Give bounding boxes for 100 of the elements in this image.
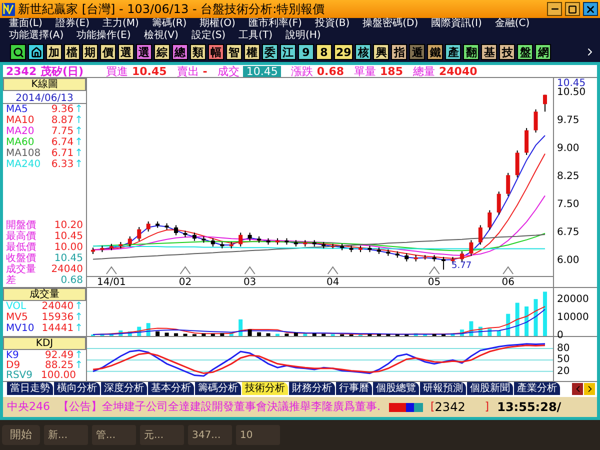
toolbar-button[interactable]: 鐵 — [427, 44, 444, 60]
bar — [506, 314, 510, 336]
signal-marker — [502, 266, 514, 275]
analysis-tab[interactable]: 籌碼分析 — [195, 382, 241, 396]
analysis-tab[interactable]: 個股總覽 — [373, 382, 419, 396]
analysis-tab[interactable]: 行事曆 — [336, 382, 372, 396]
quote-label: 賣出 — [176, 66, 199, 77]
toolbar-button[interactable]: 總 — [172, 44, 188, 60]
price-label: 開盤價 — [6, 221, 36, 232]
toolbar-button[interactable]: 幅 — [208, 44, 224, 60]
candlestick — [496, 192, 501, 216]
toolbar-button[interactable]: 江 — [280, 44, 296, 60]
menu-item[interactable]: 工具(T) — [234, 30, 278, 42]
toolbar-button[interactable]: 興 — [373, 44, 390, 60]
toolbar-button[interactable]: 智 — [226, 44, 242, 60]
indicator-label: MV5 — [6, 312, 28, 323]
price-label: 收盤價 — [6, 254, 36, 264]
taskbar-item[interactable]: 10 — [236, 425, 280, 445]
menu-item[interactable]: 畫面(L) — [4, 18, 48, 30]
menu-item[interactable]: 功能操作(E) — [72, 30, 136, 42]
menu-item[interactable]: 國際資訊(I) — [426, 18, 487, 30]
toolbar-button[interactable]: 翻 — [463, 44, 480, 60]
toolbar-button[interactable]: 加 — [46, 44, 62, 60]
bar — [312, 334, 316, 336]
date-axis-label: 02 — [178, 277, 192, 288]
maximize-button[interactable] — [565, 2, 580, 16]
quote-value: 10.45 — [243, 66, 281, 77]
analysis-tab[interactable]: 當日走勢 — [7, 382, 53, 396]
analysis-tab[interactable]: 橫向分析 — [54, 382, 100, 396]
toolbar-button[interactable]: 29 — [334, 44, 354, 60]
indicator-value: 9.36 — [51, 104, 74, 115]
toolbar-button[interactable]: 產 — [445, 44, 462, 60]
menu-item[interactable]: 匯市利率(F) — [243, 18, 307, 30]
home-icon — [30, 46, 42, 58]
indicator-value: 6.74 — [51, 138, 74, 148]
indicator-value: 6.71 — [51, 148, 74, 159]
toolbar-button[interactable]: 類 — [190, 44, 206, 60]
home-button[interactable] — [28, 44, 44, 60]
search-button[interactable] — [10, 44, 26, 60]
trend-arrow: ↑ — [74, 350, 83, 361]
tab-scroll-left-button[interactable] — [572, 383, 583, 396]
toolbar-button[interactable]: 期 — [82, 44, 98, 60]
start-button[interactable]: 開始 — [2, 425, 40, 445]
taskbar-item[interactable]: 新... — [44, 425, 88, 445]
tab-scroll-right-button[interactable] — [584, 383, 595, 396]
volume-axis-label: 10000 — [557, 312, 589, 323]
menu-item[interactable]: 證券(E) — [50, 18, 94, 30]
toolbar-button[interactable]: 基 — [481, 44, 498, 60]
quote-label: 買進 — [106, 66, 128, 77]
analysis-tab[interactable]: 財務分析 — [289, 382, 335, 396]
stock-code-field[interactable]: 2342 — [434, 398, 485, 416]
toolbar-button[interactable]: 價 — [100, 44, 116, 60]
toolbar-button[interactable]: 網 — [535, 44, 552, 60]
analysis-tab[interactable]: 研報預測 — [420, 382, 466, 396]
analysis-tab[interactable]: 深度分析 — [101, 382, 147, 396]
indicator-value: 15936 — [42, 312, 74, 323]
candlestick — [524, 128, 529, 156]
menu-item[interactable]: 投資(B) — [310, 18, 355, 30]
toolbar-button[interactable]: 核 — [355, 44, 372, 60]
bar — [220, 334, 224, 336]
quote-label: 成交 — [217, 66, 240, 77]
candlestick — [460, 251, 464, 262]
toolbar-button[interactable]: 選 — [118, 44, 134, 60]
taskbar-item[interactable]: 347... — [188, 425, 232, 445]
analysis-tab[interactable]: 技術分析 — [242, 382, 288, 396]
analysis-tab[interactable]: 個股新聞 — [467, 382, 513, 396]
toolbar-button[interactable]: 綜 — [154, 44, 170, 60]
toolbar-button[interactable]: 9 — [298, 44, 314, 60]
menu-item[interactable]: 期權(O) — [194, 18, 240, 30]
menu-item[interactable]: 說明(H) — [280, 30, 326, 42]
close-button[interactable] — [583, 2, 598, 16]
toolbar-button[interactable]: 遁 — [409, 44, 426, 60]
taskbar-item[interactable]: 元... — [140, 425, 184, 445]
menu-item[interactable]: 設定(S) — [186, 30, 231, 42]
candlestick — [515, 150, 520, 178]
analysis-tab[interactable]: 產業分析 — [514, 382, 560, 396]
toolbar-button[interactable]: 權 — [244, 44, 260, 60]
taskbar-item[interactable]: 管... — [92, 425, 136, 445]
toolbar-button[interactable]: 指 — [391, 44, 408, 60]
toolbar-button[interactable]: 技 — [499, 44, 516, 60]
analysis-tab[interactable]: 基本分析 — [148, 382, 194, 396]
minimize-button[interactable] — [547, 2, 562, 16]
bar — [164, 333, 169, 336]
indicator-label: MA20 — [6, 126, 34, 137]
date-axis-label: 06 — [502, 277, 514, 288]
toolbar-button[interactable]: 委 — [262, 44, 278, 60]
menu-item[interactable]: 籌碼(R) — [146, 18, 192, 30]
menu-item[interactable]: 金融(C) — [490, 18, 535, 30]
toolbar-button[interactable]: 檔 — [64, 44, 80, 60]
candlestick — [534, 109, 538, 134]
menu-item[interactable]: 主力(M) — [98, 18, 144, 30]
menu-item[interactable]: 操盤密碼(D) — [358, 18, 424, 30]
app-logo-icon — [2, 2, 15, 16]
trend-arrow: ↑ — [74, 360, 83, 371]
menu-item[interactable]: 檢視(V) — [138, 30, 184, 42]
toolbar-button[interactable]: 盤 — [517, 44, 534, 60]
indicator-label: RSV9 — [6, 371, 32, 382]
toolbar-button[interactable]: 8 — [316, 44, 332, 60]
toolbar-button[interactable]: 選 — [136, 44, 152, 60]
menu-item[interactable]: 功能選擇(A) — [4, 30, 69, 42]
